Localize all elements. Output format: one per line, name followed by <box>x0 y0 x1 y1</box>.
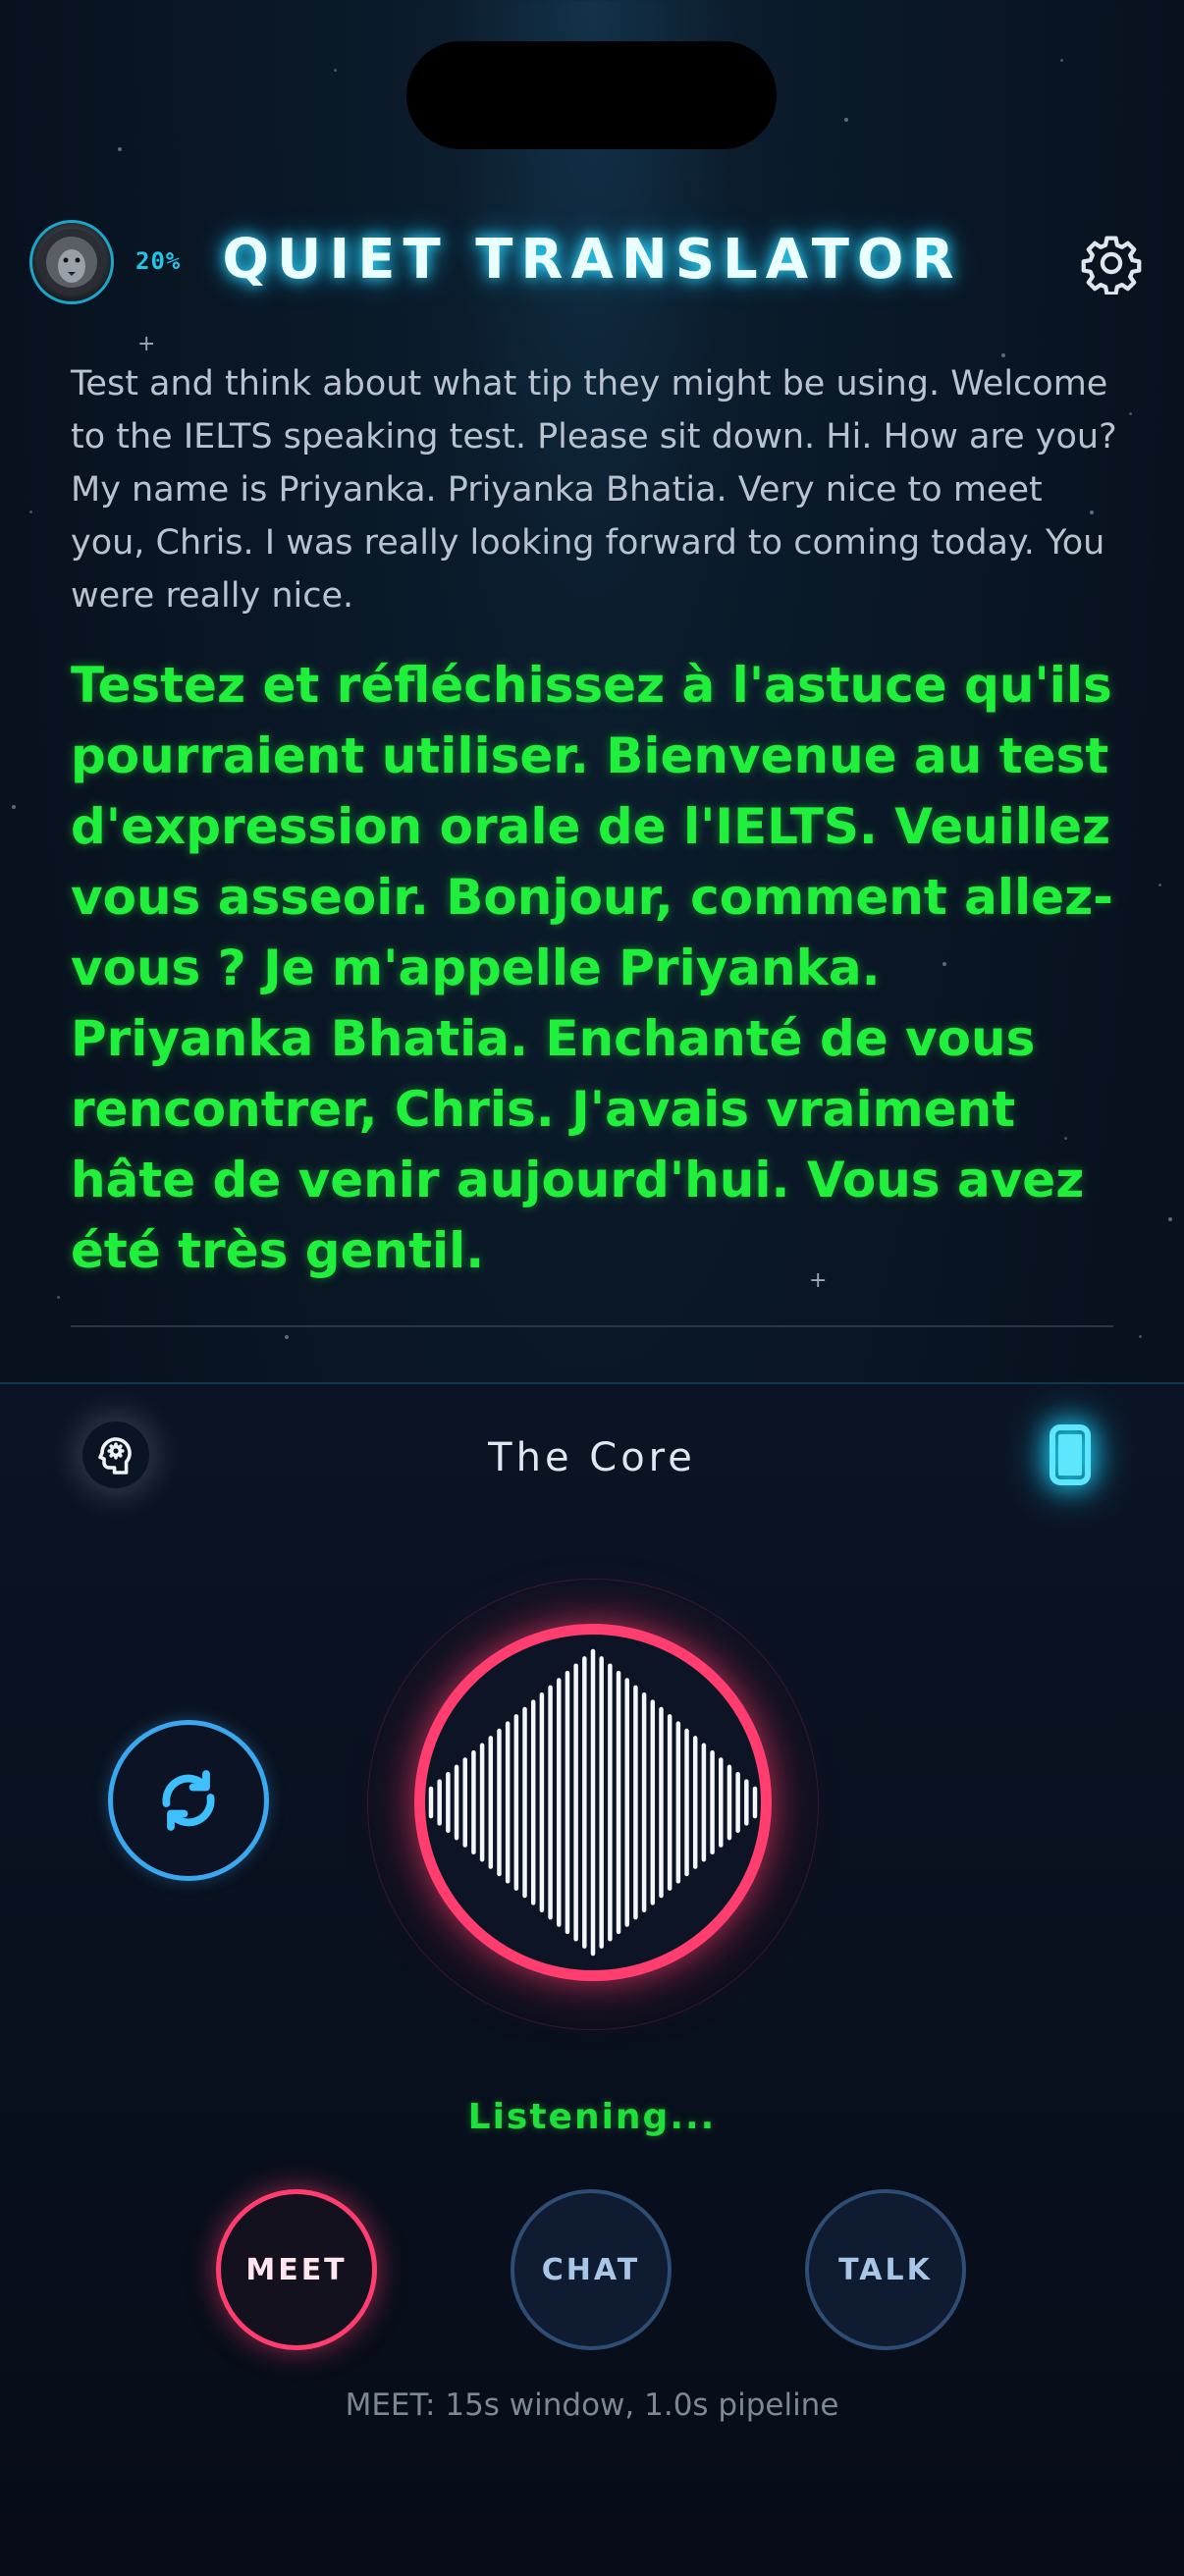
source-transcript: Test and think about what tip they might… <box>71 364 1117 616</box>
mode-meet-button[interactable]: MEET <box>216 2189 377 2350</box>
app-title: QUIET TRANSLATOR <box>222 228 962 292</box>
transcript-divider <box>71 1325 1113 1327</box>
mode-talk-button[interactable]: TALK <box>805 2189 966 2350</box>
sync-arrows-icon <box>162 1770 215 1831</box>
translated-transcript: Testez et réfléchissez à l'astuce qu'ils… <box>71 657 1113 1279</box>
gear-icon[interactable] <box>1080 232 1143 296</box>
record-button[interactable] <box>414 1624 772 1981</box>
waveform-icon <box>428 1648 758 1957</box>
mode-chat-button[interactable]: CHAT <box>511 2189 672 2350</box>
core-label: The Core <box>488 1435 696 1480</box>
mode-info-text: MEET: 15s window, 1.0s pipeline <box>345 2388 839 2423</box>
listening-status: Listening... <box>467 2097 717 2137</box>
phone-icon[interactable] <box>1039 1423 1102 1486</box>
sync-button[interactable] <box>108 1720 269 1881</box>
dynamic-island <box>406 41 777 149</box>
